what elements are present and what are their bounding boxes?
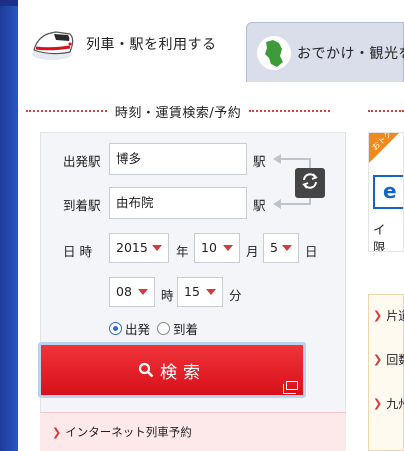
tab-label: 列車・駅を利用する <box>86 37 217 53</box>
hour-value: 08 <box>116 284 132 299</box>
minute-unit: 分 <box>229 288 242 303</box>
chevron-right-icon: ❯ <box>52 425 62 439</box>
month-select[interactable]: 10 <box>194 233 240 263</box>
train-icon <box>30 24 78 64</box>
internet-reservation-link[interactable]: ❯ インターネット列車予約 <box>40 412 346 451</box>
promo-text: 限 <box>373 240 386 252</box>
menu-item[interactable]: ❯ 回数 <box>373 351 404 368</box>
radio-label: 出発 <box>125 322 151 337</box>
menu-item-label: 片道 <box>386 309 404 323</box>
promo-banner[interactable]: おトク e イ 限 <box>368 132 404 252</box>
year-value: 2015 <box>116 240 148 255</box>
main-content: 時刻・運賃検索/予約 出発駅 博多 駅 到着駅 由布院 駅 日 時 2015 年… <box>18 82 404 451</box>
arrival-suffix: 駅 <box>253 198 266 213</box>
minute-select[interactable]: 15 <box>177 277 223 307</box>
arrival-station-input[interactable]: 由布院 <box>109 187 247 219</box>
caret-down-icon <box>223 245 233 251</box>
radio-arrival[interactable]: 到着 <box>157 319 198 338</box>
chevron-right-icon: ❯ <box>373 397 383 410</box>
new-window-icon <box>283 381 298 394</box>
hour-select[interactable]: 08 <box>109 277 155 307</box>
magnifier-icon <box>138 362 154 378</box>
year-unit: 年 <box>176 244 189 259</box>
day-unit: 日 <box>305 244 318 259</box>
year-select[interactable]: 2015 <box>109 233 169 263</box>
minute-value: 15 <box>184 284 200 299</box>
arrow-line <box>281 203 311 205</box>
departure-station-input[interactable]: 博多 <box>109 143 247 175</box>
month-value: 10 <box>201 240 217 255</box>
swap-stations-button[interactable] <box>295 168 325 198</box>
search-button[interactable]: 検索 <box>38 342 306 398</box>
departure-suffix: 駅 <box>253 154 266 169</box>
promo-badge: おトク <box>369 133 399 163</box>
menu-item[interactable]: ❯ 片道 <box>373 307 404 324</box>
month-unit: 月 <box>246 244 259 259</box>
radio-label: 到着 <box>173 322 199 337</box>
swap-icon <box>301 172 319 194</box>
chevron-right-icon: ❯ <box>373 353 383 366</box>
chevron-right-icon: ❯ <box>373 309 383 322</box>
menu-item-label: 回数 <box>386 353 404 367</box>
section-header: 時刻・運賃検索/予約 <box>18 100 338 122</box>
menu-item-label: 九州 <box>386 397 404 411</box>
day-select[interactable]: 5 <box>263 233 299 263</box>
tab-outing-sightseeing[interactable]: おでかけ・観光を <box>246 22 404 82</box>
promo-text: イ <box>373 222 386 237</box>
arrow-left-icon <box>273 199 281 209</box>
tab-train-station[interactable]: 列車・駅を利用する <box>18 6 248 82</box>
radio-departure[interactable]: 出発 <box>109 319 150 338</box>
departure-label: 出発駅 <box>63 154 101 169</box>
internet-reservation-label: インターネット列車予約 <box>65 425 192 439</box>
caret-down-icon <box>282 245 292 251</box>
day-value: 5 <box>270 240 278 255</box>
promo-badge-text: おトク <box>370 132 394 153</box>
search-form: 出発駅 博多 駅 到着駅 由布院 駅 日 時 2015 年 10 月 5 日 0… <box>40 132 346 448</box>
ticket-menu-panel: ❯ 片道 ❯ 回数 ❯ 九州 <box>368 294 404 451</box>
radio-button[interactable] <box>157 322 170 335</box>
arrow-left-icon <box>273 154 281 164</box>
divider <box>249 110 331 112</box>
arrival-label: 到着駅 <box>63 198 101 213</box>
radio-button[interactable] <box>109 322 122 335</box>
datetime-label: 日 時 <box>63 244 92 259</box>
divider <box>368 110 404 112</box>
arrow-line <box>281 158 311 160</box>
kyushu-map-icon <box>257 34 291 72</box>
caret-down-icon <box>138 289 148 295</box>
section-title: 時刻・運賃検索/予約 <box>114 105 242 121</box>
caret-down-icon <box>206 289 216 295</box>
tab-label: おでかけ・観光を <box>297 45 404 62</box>
promo-logo: e <box>373 175 403 209</box>
hour-unit: 時 <box>161 288 174 303</box>
search-button-label: 検索 <box>160 362 206 383</box>
menu-item[interactable]: ❯ 九州 <box>373 395 404 412</box>
divider <box>26 110 107 112</box>
caret-down-icon <box>152 245 162 251</box>
